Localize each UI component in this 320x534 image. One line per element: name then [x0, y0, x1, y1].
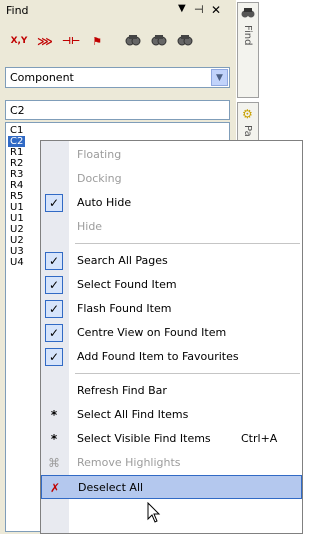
list-item[interactable]: R3	[8, 169, 25, 180]
menu-item-hide[interactable]: Hide	[41, 215, 302, 239]
list-item[interactable]: R2	[8, 158, 25, 169]
menu-item-select-found-item[interactable]: ✓ Select Found Item	[41, 273, 302, 297]
menu-item-shortcut: Ctrl+A	[241, 432, 278, 445]
list-item[interactable]: C1	[8, 125, 25, 136]
deselect-all-icon: ✗	[49, 481, 61, 495]
category-dropdown[interactable]: Component ▼	[5, 67, 230, 88]
checkmark-icon: ✓	[45, 194, 63, 212]
menu-item-label: Refresh Find Bar	[77, 384, 167, 397]
menu-separator	[75, 373, 300, 374]
tab-find-label: Find	[242, 25, 253, 46]
find-toolbar: X,Y ⋙ ⊣⊢ ⚑	[0, 22, 236, 62]
list-item[interactable]: U2	[8, 235, 26, 246]
net-icon[interactable]: ⋙	[34, 30, 56, 52]
close-icon[interactable]: ✕	[211, 3, 221, 17]
list-item-selected[interactable]: C2	[8, 136, 26, 147]
panel-title: Find	[6, 4, 29, 17]
list-item[interactable]: U3	[8, 246, 26, 257]
list-item[interactable]: U2	[8, 224, 26, 235]
binoculars-icon	[241, 6, 255, 23]
search-input-value: C2	[10, 104, 25, 117]
menu-item-label: Select All Find Items	[77, 408, 189, 421]
menu-item-icon	[45, 382, 63, 400]
search-input[interactable]: C2	[5, 100, 230, 120]
list-item[interactable]: R4	[8, 180, 25, 191]
menu-item-icon	[45, 170, 63, 188]
menu-item-floating[interactable]: Floating	[41, 143, 302, 167]
menu-item-deselect-all[interactable]: ✗ Deselect All	[41, 475, 302, 499]
xy-icon[interactable]: X,Y	[8, 30, 30, 52]
select-all-icon: *	[50, 408, 58, 422]
flag-icon[interactable]: ⚑	[86, 30, 108, 52]
menu-item-label: Floating	[77, 148, 122, 161]
menu-item-centre-view[interactable]: ✓ Centre View on Found Item	[41, 321, 302, 345]
menu-item-add-to-favourites[interactable]: ✓ Add Found Item to Favourites	[41, 345, 302, 369]
menu-item-label: Auto Hide	[77, 196, 132, 209]
list-item[interactable]: R1	[8, 147, 25, 158]
menu-item-icon	[45, 218, 63, 236]
chevron-down-icon[interactable]: ▼	[211, 69, 228, 86]
remove-highlights-icon: ⌘	[48, 456, 60, 470]
panel-menu-icon[interactable]: ▼	[178, 3, 186, 14]
menu-item-auto-hide[interactable]: ✓ Auto Hide	[41, 191, 302, 215]
menu-item-icon	[45, 146, 63, 164]
list-item[interactable]: R5	[8, 191, 25, 202]
checkmark-icon: ✓	[45, 324, 63, 342]
menu-item-label: Search All Pages	[77, 254, 168, 267]
list-item[interactable]: U4	[8, 257, 26, 268]
pad-icon[interactable]: ⊣⊢	[60, 30, 82, 52]
list-item[interactable]: U1	[8, 213, 26, 224]
checkmark-icon: ✓	[45, 300, 63, 318]
component-icon: ⚙	[242, 107, 253, 121]
menu-item-remove-highlights[interactable]: ⌘ Remove Highlights	[41, 451, 302, 475]
find-next-icon[interactable]	[148, 30, 170, 52]
find-icon[interactable]	[122, 30, 144, 52]
tab-pa-label: Pa	[242, 125, 253, 137]
checkmark-icon: ✓	[45, 348, 63, 366]
menu-item-label: Select Visible Find Items	[77, 432, 211, 445]
menu-separator	[75, 243, 300, 244]
menu-item-label: Deselect All	[78, 481, 144, 494]
menu-item-flash-found-item[interactable]: ✓ Flash Found Item	[41, 297, 302, 321]
tab-find[interactable]: Find	[237, 2, 259, 98]
category-dropdown-value: Component	[10, 71, 74, 84]
mouse-cursor-icon	[147, 502, 161, 523]
list-item[interactable]: U1	[8, 202, 26, 213]
checkmark-icon: ✓	[45, 252, 63, 270]
menu-item-label: Flash Found Item	[77, 302, 172, 315]
menu-item-select-visible-find-items[interactable]: * Select Visible Find Items Ctrl+A	[41, 427, 302, 451]
menu-item-select-all-find-items[interactable]: * Select All Find Items	[41, 403, 302, 427]
menu-item-search-all-pages[interactable]: ✓ Search All Pages	[41, 249, 302, 273]
checkmark-icon: ✓	[45, 276, 63, 294]
menu-item-label: Add Found Item to Favourites	[77, 350, 239, 363]
menu-item-label: Centre View on Found Item	[77, 326, 227, 339]
menu-item-refresh-find-bar[interactable]: Refresh Find Bar	[41, 379, 302, 403]
menu-item-docking[interactable]: Docking	[41, 167, 302, 191]
pin-icon[interactable]: ⊣	[194, 3, 204, 16]
menu-item-label: Docking	[77, 172, 122, 185]
select-visible-icon: *	[50, 432, 58, 446]
context-menu: Floating Docking ✓ Auto Hide Hide ✓ Sear…	[40, 140, 303, 534]
find-prev-icon[interactable]	[174, 30, 196, 52]
menu-item-label: Select Found Item	[77, 278, 177, 291]
menu-item-label: Remove Highlights	[77, 456, 181, 469]
menu-item-label: Hide	[77, 220, 103, 233]
panel-titlebar: Find ▼ ⊣ ✕	[0, 0, 236, 20]
